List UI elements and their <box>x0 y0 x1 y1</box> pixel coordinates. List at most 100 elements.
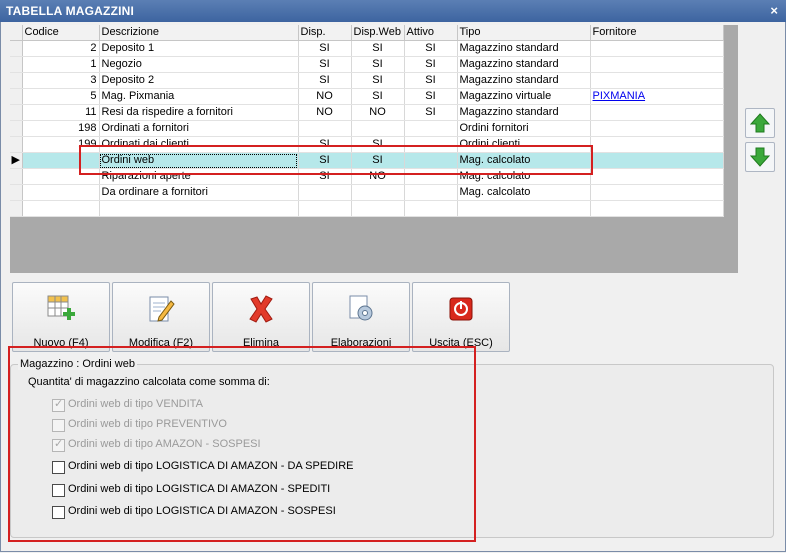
cell-tipo[interactable]: Magazzino virtuale <box>457 88 591 105</box>
cell-tipo[interactable]: Magazzino standard <box>457 72 591 89</box>
cell-dispweb[interactable]: NO <box>351 104 405 121</box>
table-row[interactable]: Da ordinare a fornitori Mag. calcolato <box>10 184 724 201</box>
cell-disp[interactable]: NO <box>298 88 352 105</box>
row-selector[interactable] <box>10 56 23 73</box>
cell-fornitore[interactable] <box>590 152 724 169</box>
cell-codice[interactable] <box>22 184 100 201</box>
cell-codice[interactable]: 3 <box>22 72 100 89</box>
cell-dispweb[interactable] <box>351 184 405 201</box>
table-row[interactable]: 198 Ordinati a fornitori Ordini fornitori <box>10 120 724 137</box>
cell-dispweb[interactable] <box>351 120 405 137</box>
table-row[interactable] <box>10 200 724 217</box>
column-header-descrizione[interactable]: Descrizione <box>99 25 299 41</box>
cell-fornitore[interactable] <box>590 168 724 185</box>
cell-dispweb[interactable]: SI <box>351 40 405 57</box>
cell-descrizione[interactable]: Ordinati a fornitori <box>99 120 299 137</box>
row-selector[interactable]: ▶ <box>10 152 23 169</box>
cell-disp[interactable]: SI <box>298 72 352 89</box>
cell-tipo[interactable]: Magazzino standard <box>457 104 591 121</box>
cell-descrizione[interactable]: Deposito 2 <box>99 72 299 89</box>
cell-descrizione[interactable]: Mag. Pixmania <box>99 88 299 105</box>
row-selector[interactable] <box>10 136 23 153</box>
elimina-button[interactable]: Elimina <box>212 282 310 352</box>
cell-tipo[interactable]: Ordini fornitori <box>457 120 591 137</box>
table-row[interactable]: 5 Mag. Pixmania NO SI SI Magazzino virtuale PI… <box>10 88 724 105</box>
cell-dispweb[interactable] <box>351 200 405 217</box>
cell-tipo[interactable]: Magazzino standard <box>457 40 591 57</box>
cell-disp[interactable]: SI <box>298 56 352 73</box>
cell-codice[interactable]: 198 <box>22 120 100 137</box>
cell-attivo[interactable]: SI <box>404 104 458 121</box>
table-header-row: Codice Descrizione Disp. Disp.Web Attivo… <box>10 25 724 41</box>
cell-dispweb[interactable]: SI <box>351 88 405 105</box>
process-gear-icon <box>349 295 373 321</box>
cell-attivo[interactable]: SI <box>404 40 458 57</box>
cell-fornitore[interactable] <box>590 56 724 73</box>
column-header-fornitore[interactable]: Fornitore <box>590 25 724 41</box>
cell-tipo[interactable] <box>457 200 591 217</box>
row-selector[interactable] <box>10 184 23 201</box>
warehouse-table: Codice Descrizione Disp. Disp.Web Attivo… <box>10 25 724 217</box>
column-header-codice[interactable]: Codice <box>22 25 100 41</box>
cell-descrizione[interactable] <box>99 200 299 217</box>
cell-disp[interactable] <box>298 200 352 217</box>
cell-fornitore[interactable] <box>590 40 724 57</box>
row-selector[interactable] <box>10 72 23 89</box>
row-selector[interactable] <box>10 120 23 137</box>
cell-codice[interactable]: 2 <box>22 40 100 57</box>
cell-attivo[interactable] <box>404 184 458 201</box>
cell-codice[interactable] <box>22 200 100 217</box>
cell-tipo[interactable]: Mag. calcolato <box>457 184 591 201</box>
cell-dispweb[interactable]: SI <box>351 72 405 89</box>
highlight-box-selected-row <box>79 145 593 175</box>
nuovo-button[interactable]: Nuovo (F4) <box>12 282 110 352</box>
cell-fornitore[interactable] <box>590 72 724 89</box>
column-header-disp-web[interactable]: Disp.Web <box>351 25 405 41</box>
cell-dispweb[interactable]: SI <box>351 56 405 73</box>
cell-disp[interactable]: SI <box>298 40 352 57</box>
cell-disp[interactable] <box>298 120 352 137</box>
cell-fornitore[interactable] <box>590 136 724 153</box>
cell-fornitore[interactable]: PIXMANIA <box>590 88 724 105</box>
column-header-tipo[interactable]: Tipo <box>457 25 591 41</box>
elaborazioni-button[interactable]: Elaborazioni <box>312 282 410 352</box>
uscita-button[interactable]: Uscita (ESC) <box>412 282 510 352</box>
cell-attivo[interactable] <box>404 200 458 217</box>
row-selector[interactable] <box>10 88 23 105</box>
table-row[interactable]: 3 Deposito 2 SI SI SI Magazzino standard <box>10 72 724 89</box>
window-title: TABELLA MAGAZZINI <box>6 4 135 18</box>
close-icon[interactable]: × <box>770 3 778 18</box>
fornitore-link[interactable]: PIXMANIA <box>593 90 646 102</box>
cell-attivo[interactable]: SI <box>404 56 458 73</box>
cell-descrizione[interactable]: Resi da rispedire a fornitori <box>99 104 299 121</box>
row-selector[interactable] <box>10 40 23 57</box>
row-selector[interactable] <box>10 168 23 185</box>
table-row[interactable]: 11 Resi da rispedire a fornitori NO NO SI Mag… <box>10 104 724 121</box>
move-down-button[interactable] <box>745 142 775 172</box>
cell-descrizione[interactable]: Deposito 1 <box>99 40 299 57</box>
cell-disp[interactable]: NO <box>298 104 352 121</box>
cell-fornitore[interactable] <box>590 184 724 201</box>
cell-descrizione[interactable]: Negozio <box>99 56 299 73</box>
move-up-button[interactable] <box>745 108 775 138</box>
cell-fornitore[interactable] <box>590 104 724 121</box>
cell-codice[interactable]: 11 <box>22 104 100 121</box>
table-row[interactable]: 2 Deposito 1 SI SI SI Magazzino standard <box>10 40 724 57</box>
cell-codice[interactable]: 1 <box>22 56 100 73</box>
table-row[interactable]: 1 Negozio SI SI SI Magazzino standard <box>10 56 724 73</box>
column-header-attivo[interactable]: Attivo <box>404 25 458 41</box>
cell-fornitore[interactable] <box>590 200 724 217</box>
modifica-button[interactable]: Modifica (F2) <box>112 282 210 352</box>
cell-attivo[interactable] <box>404 120 458 137</box>
row-selector[interactable] <box>10 104 23 121</box>
cell-disp[interactable] <box>298 184 352 201</box>
cell-codice[interactable]: 5 <box>22 88 100 105</box>
column-header-disp[interactable]: Disp. <box>298 25 352 41</box>
row-selector[interactable] <box>10 200 23 217</box>
cell-attivo[interactable]: SI <box>404 88 458 105</box>
cell-attivo[interactable]: SI <box>404 72 458 89</box>
up-arrow-icon <box>750 113 770 133</box>
cell-descrizione[interactable]: Da ordinare a fornitori <box>99 184 299 201</box>
cell-tipo[interactable]: Magazzino standard <box>457 56 591 73</box>
cell-fornitore[interactable] <box>590 120 724 137</box>
